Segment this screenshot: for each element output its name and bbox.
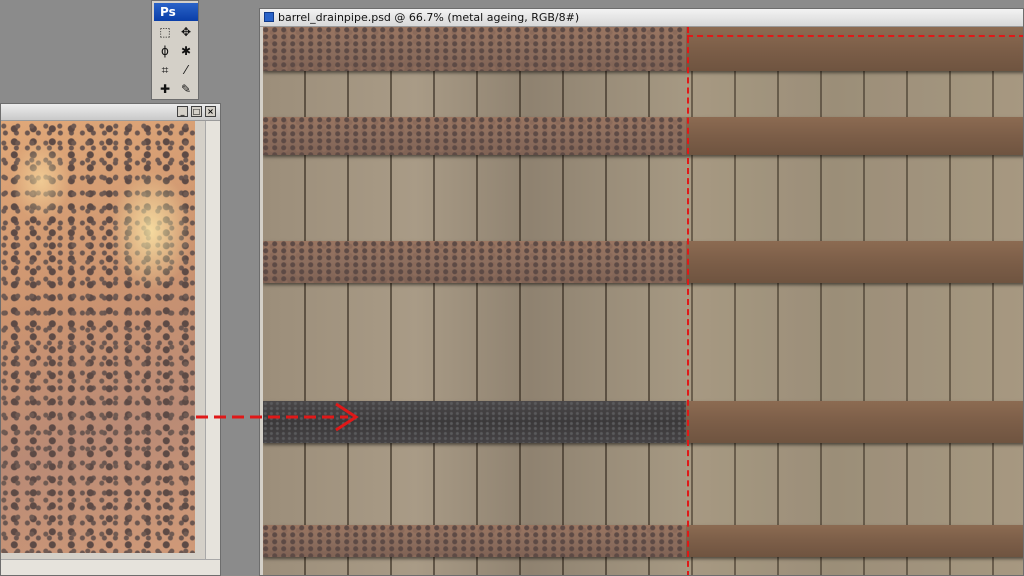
- metal-strap-4: [263, 401, 1023, 443]
- crop-tool-icon[interactable]: ⌗: [155, 61, 175, 79]
- metal-strap-3: [263, 241, 1023, 283]
- tools-panel: Ps ⬚ ✥ ϕ ✱ ⌗ ⁄ ✚ ✎: [151, 0, 199, 100]
- rust-texture-canvas[interactable]: [1, 121, 195, 553]
- selection-divider-line: [687, 27, 689, 575]
- minimize-button[interactable]: _: [177, 106, 188, 117]
- metal-strap-1: [263, 27, 1023, 71]
- document-title: barrel_drainpipe.psd @ 66.7% (metal agei…: [278, 11, 580, 24]
- unaged-texture-area: [686, 27, 1023, 575]
- rusted-strap-section: [263, 27, 686, 71]
- magic-wand-tool-icon[interactable]: ✱: [176, 42, 196, 60]
- plain-strap-section: [686, 27, 1023, 71]
- maximize-button[interactable]: □: [191, 106, 202, 117]
- selection-top-edge: [687, 35, 1023, 37]
- photoshop-logo[interactable]: Ps: [154, 3, 198, 21]
- brush-tool-icon[interactable]: ✎: [176, 80, 196, 98]
- move-tool-icon[interactable]: ✥: [176, 23, 196, 41]
- rust-texture-document-window[interactable]: _ □ ×: [0, 103, 221, 576]
- healing-brush-tool-icon[interactable]: ✚: [155, 80, 175, 98]
- close-button[interactable]: ×: [205, 106, 216, 117]
- rust-texture-titlebar[interactable]: _ □ ×: [1, 104, 220, 121]
- rusted-strap-section: [263, 525, 686, 557]
- plain-strap-section: [686, 117, 1023, 155]
- marquee-tool-icon[interactable]: ⬚: [155, 23, 175, 41]
- horizontal-scrollbar[interactable]: [1, 559, 220, 575]
- metal-strap-2: [263, 117, 1023, 155]
- barrel-document-window[interactable]: barrel_drainpipe.psd @ 66.7% (metal agei…: [259, 8, 1024, 576]
- dark-metal-strap-section: [263, 401, 686, 443]
- metal-strap-5: [263, 525, 1023, 557]
- rusted-strap-section: [263, 241, 686, 283]
- document-icon: [264, 12, 274, 22]
- slice-tool-icon[interactable]: ⁄: [176, 61, 196, 79]
- plain-strap-section: [686, 401, 1023, 443]
- document-titlebar[interactable]: barrel_drainpipe.psd @ 66.7% (metal agei…: [260, 9, 1023, 27]
- plain-strap-section: [686, 525, 1023, 557]
- plain-strap-section: [686, 241, 1023, 283]
- rusted-strap-section: [263, 117, 686, 155]
- barrel-texture-canvas[interactable]: [263, 27, 1023, 575]
- lasso-tool-icon[interactable]: ϕ: [155, 42, 175, 60]
- vertical-scrollbar[interactable]: [205, 121, 220, 561]
